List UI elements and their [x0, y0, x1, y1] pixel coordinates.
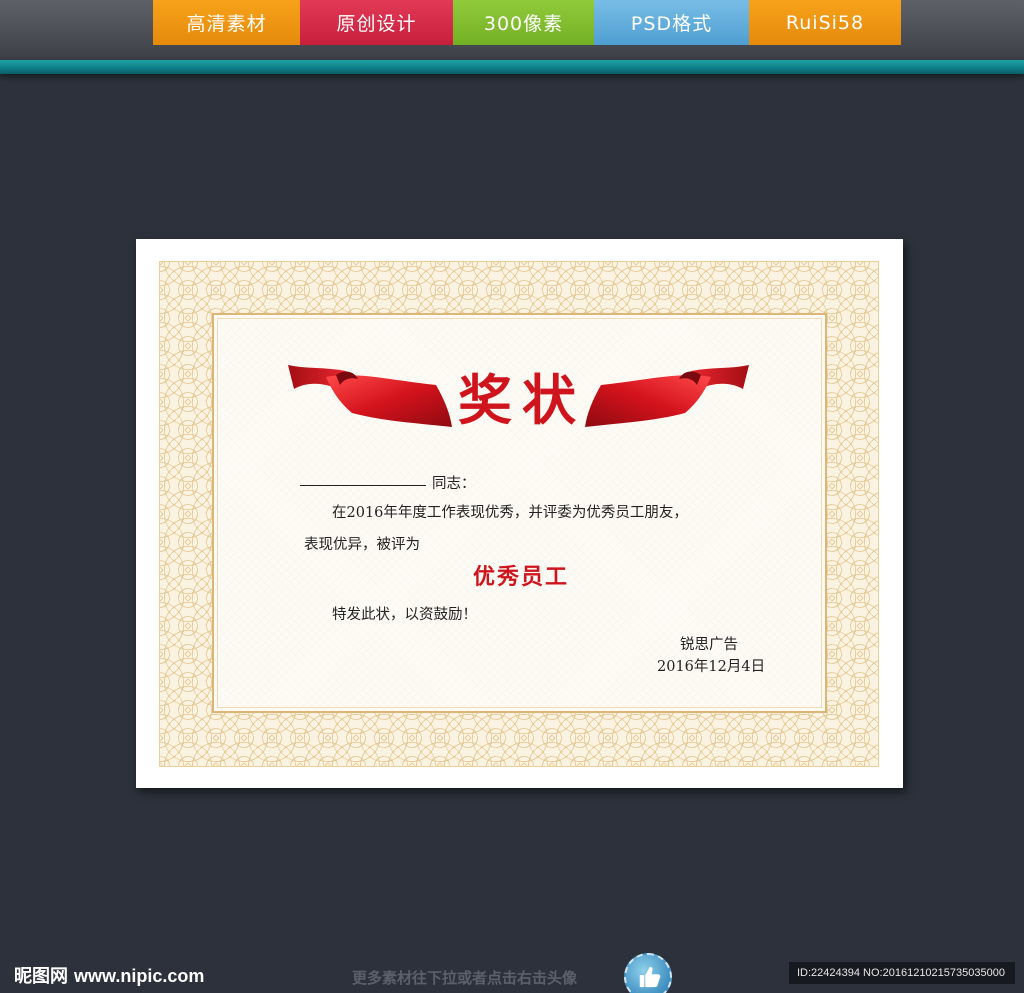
thumbs-up-glyph-icon [639, 966, 661, 988]
page: 高清素材 原创设计 300像素 PSD格式 RuiSi58 奖状 同志： 在20… [0, 0, 1024, 993]
tab-psd-format[interactable]: PSD格式 [594, 0, 749, 45]
tab-300-ppi[interactable]: 300像素 [453, 0, 594, 45]
logo-text: 昵图网 [14, 966, 68, 987]
body-line-2: 表现优异，被评为 [304, 537, 420, 553]
thumbs-up-icon[interactable] [624, 953, 672, 993]
tab-hd-material[interactable]: 高清素材 [153, 0, 300, 45]
certificate-paper: 奖状 同志： 在2016年年度工作表现优秀，并评委为优秀员工朋友， 表现优异，被 [136, 239, 903, 788]
right-ribbon-icon [585, 365, 749, 427]
recipient-name-line [300, 485, 426, 486]
teal-divider [0, 60, 1024, 74]
feature-tabs: 高清素材 原创设计 300像素 PSD格式 RuiSi58 [153, 0, 901, 45]
closing-text: 特发此状，以资鼓励！ [332, 607, 477, 623]
nipic-logo[interactable]: 昵图网 www.nipic.com [14, 962, 204, 988]
image-id-bar: ID:22424394 NO:20161210215735035000 [789, 962, 1015, 984]
left-ribbon-icon [288, 365, 452, 427]
tab-author[interactable]: RuiSi58 [749, 0, 901, 45]
award-title: 优秀员工 [472, 564, 569, 590]
site-url: www.nipic.com [74, 966, 205, 986]
certificate-title: 奖状 [458, 368, 586, 432]
issuer-name: 锐思广告 [680, 637, 738, 653]
footer-hint: 更多素材往下拉或者点击右击头像 [352, 969, 578, 987]
body-line-1: 在2016年年度工作表现优秀，并评委为优秀员工朋友， [332, 505, 688, 521]
comrade-suffix: 同志： [432, 476, 476, 492]
tab-original-design[interactable]: 原创设计 [300, 0, 453, 45]
issue-date: 2016年12月4日 [657, 659, 766, 675]
